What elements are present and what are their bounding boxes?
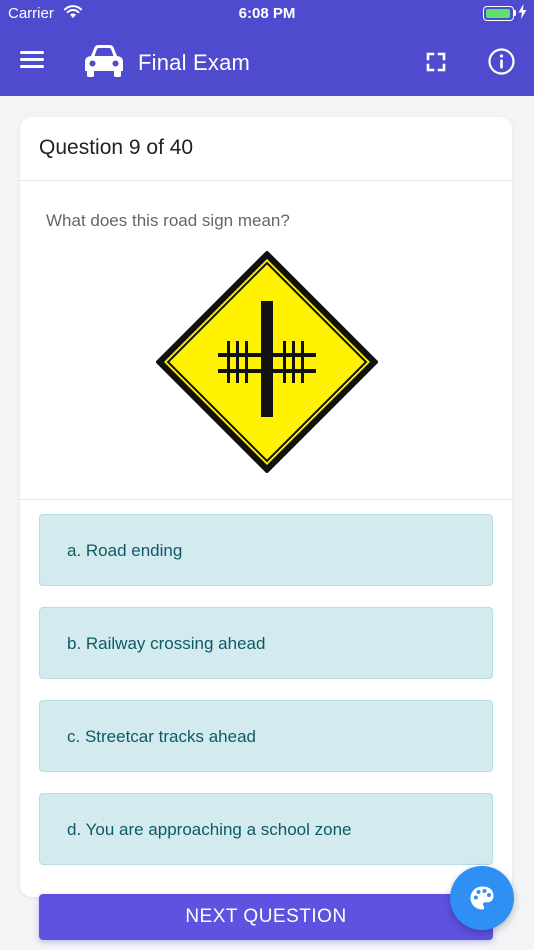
answer-option-label: d. You are approaching a school zone: [67, 820, 352, 839]
battery-icon: [483, 6, 514, 21]
answer-option-label: c. Streetcar tracks ahead: [67, 727, 256, 746]
charging-bolt-icon: [518, 4, 527, 23]
answer-option-a[interactable]: a. Road ending: [39, 514, 493, 586]
top-bar: Carrier 6:08 PM Final Exam: [0, 0, 534, 96]
hamburger-menu-icon[interactable]: [20, 50, 46, 70]
question-card: Question 9 of 40 What does this road sig…: [20, 117, 512, 897]
answer-option-c[interactable]: c. Streetcar tracks ahead: [39, 700, 493, 772]
battery-tip: [514, 10, 516, 16]
palette-button[interactable]: [450, 866, 514, 930]
car-icon: [82, 42, 126, 80]
answer-option-d[interactable]: d. You are approaching a school zone: [39, 793, 493, 865]
app-bar: Final Exam: [0, 28, 534, 96]
palette-icon: [470, 886, 494, 910]
question-card-header: Question 9 of 40: [20, 117, 512, 181]
answer-option-label: a. Road ending: [67, 541, 183, 560]
page-title: Final Exam: [138, 50, 251, 75]
next-question-button[interactable]: NEXT QUESTION: [39, 894, 493, 940]
answer-option-b[interactable]: b. Railway crossing ahead: [39, 607, 493, 679]
battery-fill: [486, 9, 510, 18]
info-icon[interactable]: [488, 48, 515, 75]
clock: 6:08 PM: [238, 5, 296, 22]
card-divider: [20, 499, 512, 500]
question-text: What does this road sign mean?: [46, 211, 290, 230]
status-bar: Carrier 6:08 PM: [0, 0, 534, 28]
fullscreen-icon[interactable]: [426, 52, 446, 72]
answer-option-label: b. Railway crossing ahead: [67, 634, 266, 653]
railway-crossing-sign-icon: [156, 251, 378, 473]
question-counter: Question 9 of 40: [39, 136, 194, 159]
